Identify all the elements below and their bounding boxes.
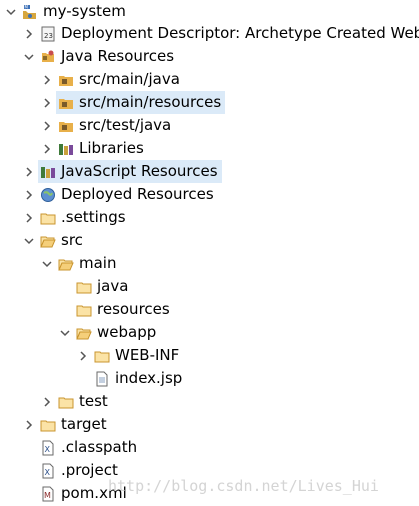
folder-open-icon [76, 325, 92, 341]
chevron-right-icon[interactable] [22, 418, 36, 432]
xml-file-icon: X [40, 463, 56, 479]
tree-item-settings[interactable]: .settings [22, 206, 126, 229]
tree-item-my-system[interactable]: M my-system [4, 0, 126, 23]
source-folder-icon [58, 72, 74, 88]
tree-item-deployed-resources[interactable]: Deployed Resources [22, 183, 214, 206]
tree-item-label: .settings [61, 208, 126, 226]
chevron-right-icon[interactable] [76, 349, 90, 363]
source-folder-icon [58, 95, 74, 111]
tree-item-webapp[interactable]: webapp [58, 321, 156, 344]
libraries-icon [58, 141, 74, 157]
tree-item-resources[interactable]: resources [76, 298, 170, 321]
globe-icon [40, 187, 56, 203]
tree-item-target[interactable]: target [22, 413, 107, 436]
tree-item-java-resources[interactable]: Java Resources [22, 45, 174, 68]
chevron-right-icon[interactable] [22, 165, 36, 179]
chevron-right-icon[interactable] [40, 73, 54, 87]
svg-text:M: M [44, 491, 51, 500]
xml-file-icon: X [40, 440, 56, 456]
tree-item-label: WEB-INF [115, 346, 180, 364]
folder-icon [40, 417, 56, 433]
folder-open-icon [40, 233, 56, 249]
chevron-right-icon[interactable] [40, 142, 54, 156]
watermark: http://blog.csdn.net/Lives_Hui [108, 477, 379, 495]
tree-item-src-main-java[interactable]: src/main/java [40, 68, 180, 91]
chevron-right-icon[interactable] [40, 395, 54, 409]
chevron-down-icon[interactable] [22, 50, 36, 64]
chevron-down-icon[interactable] [40, 257, 54, 271]
chevron-down-icon[interactable] [22, 234, 36, 248]
folder-icon [94, 348, 110, 364]
web-project-icon: M [22, 4, 38, 20]
chevron-right-icon[interactable] [22, 188, 36, 202]
chevron-right-icon[interactable] [22, 211, 36, 225]
tree-item-label: src/main/java [79, 70, 180, 88]
tree-item-src-test-java[interactable]: src/test/java [40, 114, 171, 137]
tree-item-java[interactable]: java [76, 275, 128, 298]
tree-item-label: .classpath [61, 438, 138, 456]
svg-text:23: 23 [44, 32, 53, 40]
chevron-right-icon[interactable] [22, 27, 36, 41]
tree-item-label: Java Resources [61, 47, 175, 65]
libraries-icon [40, 164, 56, 180]
tree-item-javascript-resources[interactable]: JavaScript Resources [22, 160, 222, 183]
tree-item-label: index.jsp [115, 369, 183, 387]
tree-item-label: src/test/java [79, 116, 172, 134]
tree-item-label: JavaScript Resources [61, 162, 218, 180]
maven-pom-icon: M [40, 486, 56, 502]
tree-item-libraries[interactable]: Libraries [40, 137, 144, 160]
tree-item-web-inf[interactable]: WEB-INF [76, 344, 179, 367]
tree-item-src[interactable]: src [22, 229, 83, 252]
tree-item-label: test [79, 392, 108, 410]
tree-item-label: Deployment Descriptor: Archetype Created… [61, 24, 419, 42]
tree-item-label: src/main/resources [79, 93, 222, 111]
folder-icon [58, 394, 74, 410]
chevron-right-icon[interactable] [40, 96, 54, 110]
svg-text:X: X [45, 468, 51, 477]
svg-text:X: X [45, 445, 51, 454]
folder-icon [76, 302, 92, 318]
tree-item-classpath[interactable]: X .classpath [40, 436, 137, 459]
folder-icon [76, 279, 92, 295]
jsp-file-icon [94, 371, 110, 387]
tree-item-deployment-descriptor[interactable]: 23 Deployment Descriptor: Archetype Crea… [22, 22, 419, 45]
tree-item-label: target [61, 415, 107, 433]
tree-item-label: my-system [43, 2, 126, 20]
tree-item-label: Deployed Resources [61, 185, 214, 203]
deployment-descriptor-icon: 23 [40, 26, 56, 42]
svg-text:M: M [25, 4, 29, 9]
tree-item-label: webapp [97, 323, 157, 341]
chevron-down-icon[interactable] [4, 5, 18, 19]
tree-item-label: src [61, 231, 83, 249]
tree-item-src-main-resources[interactable]: src/main/resources [40, 91, 226, 114]
folder-icon [40, 210, 56, 226]
chevron-down-icon[interactable] [58, 326, 72, 340]
source-folder-icon [58, 118, 74, 134]
tree-item-label: java [97, 277, 129, 295]
chevron-right-icon[interactable] [40, 119, 54, 133]
tree-item-project[interactable]: X .project [40, 459, 118, 482]
tree-item-label: resources [97, 300, 170, 318]
tree-item-index-jsp[interactable]: index.jsp [94, 367, 182, 390]
folder-open-icon [58, 256, 74, 272]
tree-item-main[interactable]: main [40, 252, 116, 275]
tree-item-label: main [79, 254, 117, 272]
tree-item-label: Libraries [79, 139, 144, 157]
java-resources-icon [40, 49, 56, 65]
tree-item-test[interactable]: test [40, 390, 108, 413]
